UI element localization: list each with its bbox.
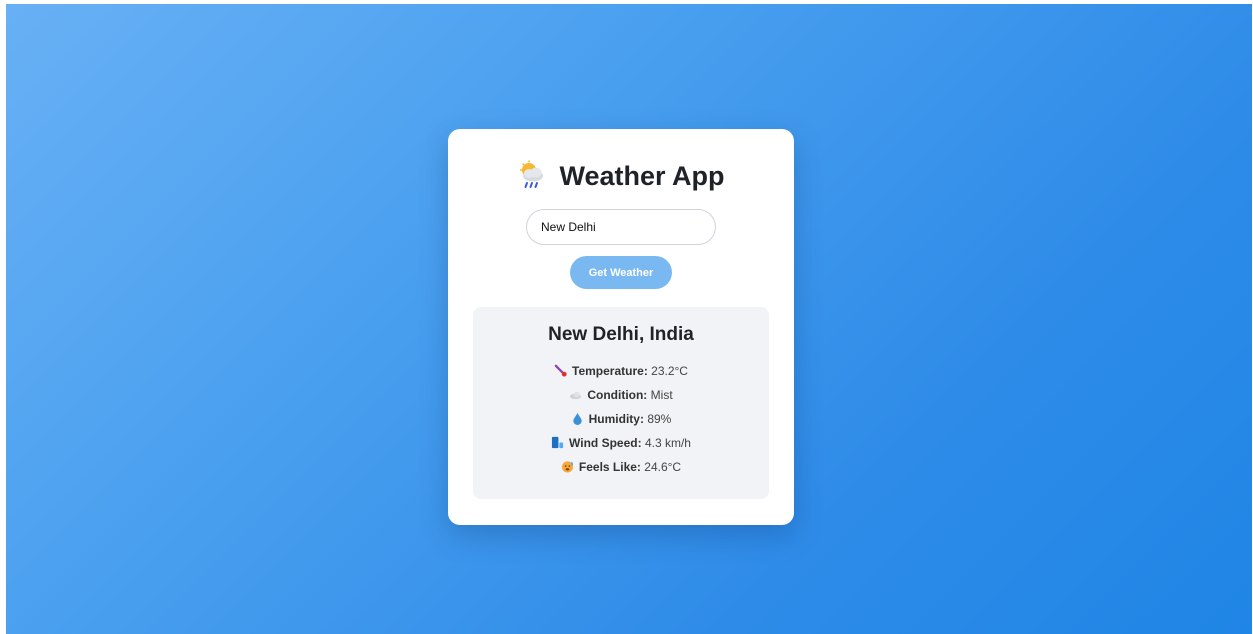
temperature-row: Temperature: 23.2°C <box>473 363 769 379</box>
condition-label: Condition: <box>587 388 648 402</box>
wind-speed-label: Wind Speed: <box>569 436 642 450</box>
app-header: Weather App <box>448 159 794 193</box>
condition-row: Condition: Mist <box>473 387 769 403</box>
get-weather-button[interactable]: Get Weather <box>570 256 672 289</box>
feels-like-value: 24.6°C <box>644 460 682 474</box>
wind-speed-value: 4.3 km/h <box>644 436 691 450</box>
cloud-icon <box>570 391 582 400</box>
wind-speed-row: Wind Speed: 4.3 km/h <box>473 435 769 451</box>
humidity-row: Humidity: 89% <box>473 411 769 427</box>
humidity-label: Humidity: <box>588 412 644 426</box>
city-search-input[interactable] <box>526 209 716 245</box>
droplet-icon <box>572 412 582 425</box>
app-background: Weather App Get Weather New Delhi, India… <box>6 4 1252 634</box>
temperature-label: Temperature: <box>572 364 648 378</box>
humidity-value: 89% <box>647 412 672 426</box>
location-heading: New Delhi, India <box>548 324 694 345</box>
feels-like-row: Feels Like: 24.6°C <box>473 459 769 475</box>
feels-like-label: Feels Like: <box>578 460 641 474</box>
temperature-value: 23.2°C <box>651 364 688 378</box>
cloud-sun-rain-icon <box>520 160 544 188</box>
weather-card: Weather App Get Weather New Delhi, India… <box>448 129 794 525</box>
thermometer-icon <box>554 364 567 377</box>
wind-icon <box>551 436 564 449</box>
app-title: Weather App <box>559 161 725 191</box>
condition-value: Mist <box>650 388 673 402</box>
sweat-face-icon <box>561 461 573 473</box>
weather-result-panel: New Delhi, India Temperature: 23.2°C Con… <box>473 307 769 499</box>
